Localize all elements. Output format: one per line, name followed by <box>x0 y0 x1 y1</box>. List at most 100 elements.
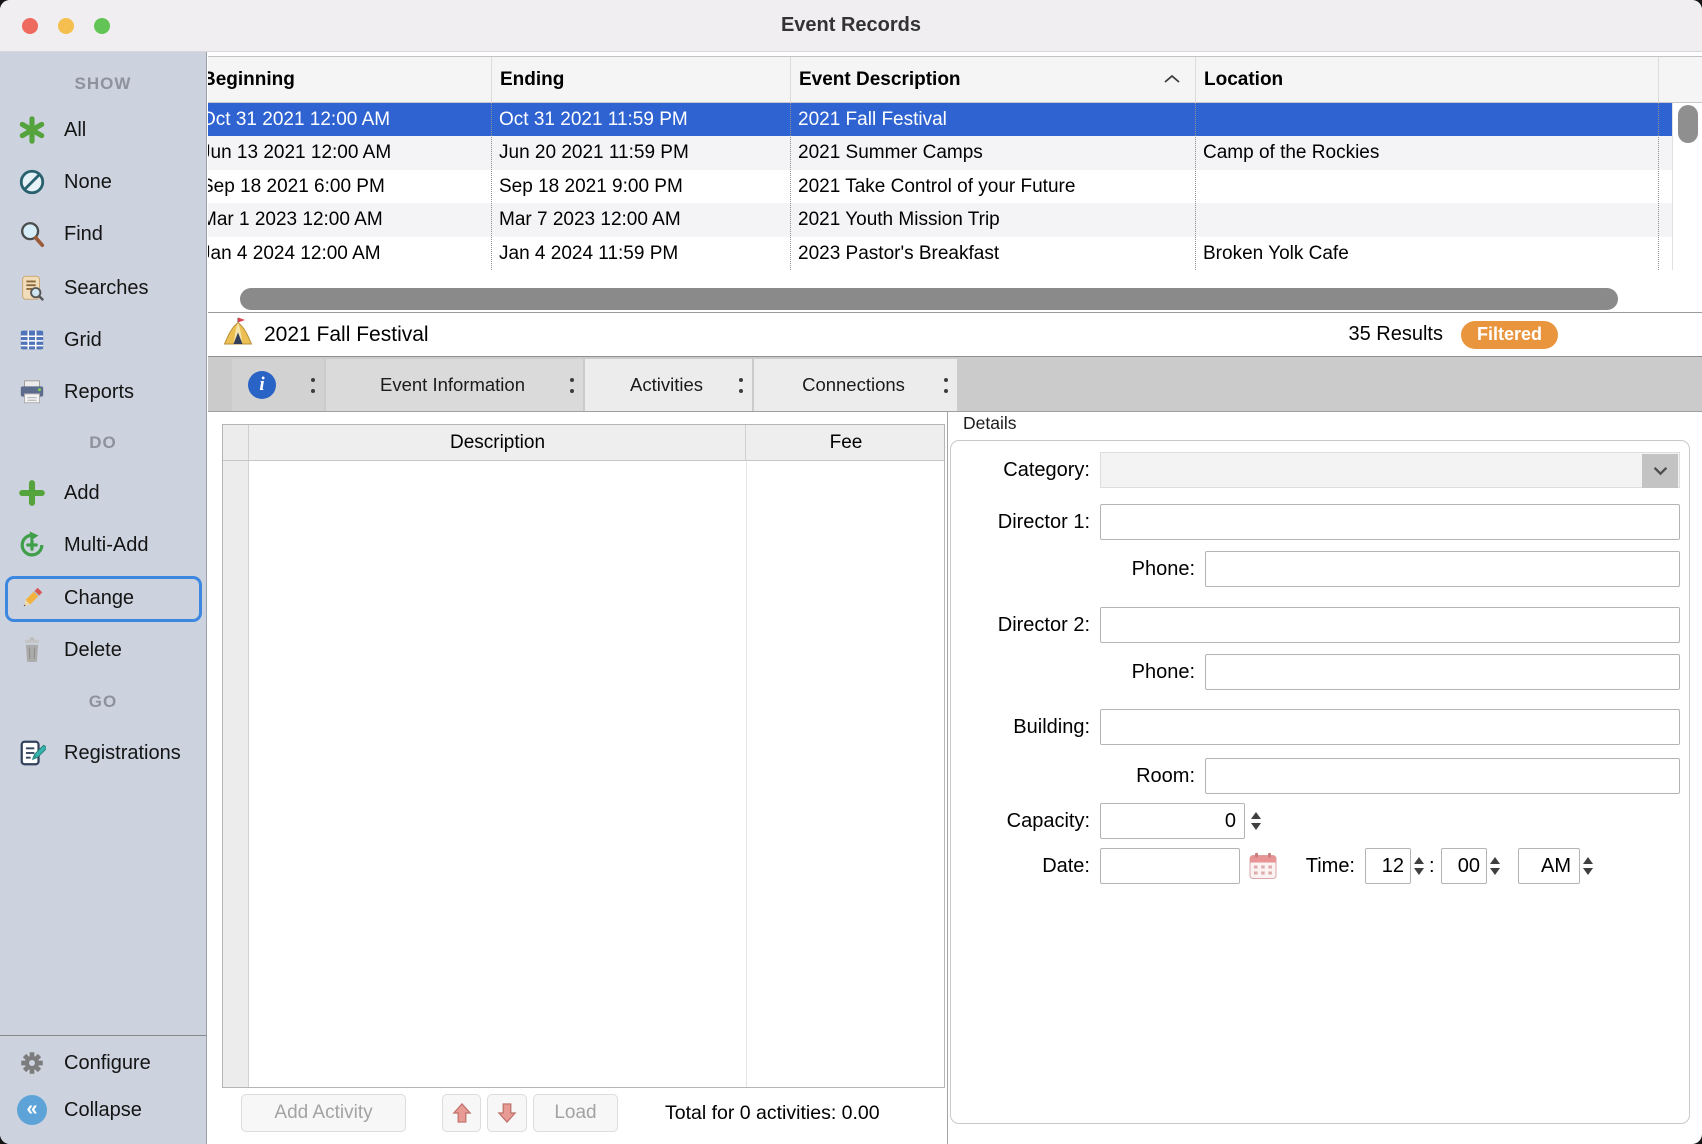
stepper-down-icon <box>1251 823 1261 830</box>
activities-column-separator <box>746 461 747 1087</box>
sidebar-item-reports[interactable]: Reports <box>0 372 206 412</box>
sidebar-item-all[interactable]: All <box>0 110 206 150</box>
sidebar-item-grid[interactable]: Grid <box>0 320 206 360</box>
category-dropdown[interactable] <box>1100 452 1680 488</box>
drag-handle-icon <box>311 378 315 393</box>
sidebar-item-multi-add[interactable]: Multi-Add <box>0 525 206 565</box>
cell-ending: Oct 31 2021 11:59 PM <box>491 103 790 136</box>
info-panel-button[interactable]: i <box>232 359 324 411</box>
table-row[interactable]: Mar 1 2023 12:00 AM Mar 7 2023 12:00 AM … <box>208 203 1672 236</box>
capacity-field[interactable] <box>1100 803 1245 839</box>
records-table-header: Beginning Ending Event Description Locat… <box>208 56 1702 103</box>
cell-ending: Jan 4 2024 11:59 PM <box>491 237 790 270</box>
sidebar-item-collapse[interactable]: « Collapse <box>0 1090 206 1130</box>
cell-location <box>1195 170 1658 203</box>
sidebar-item-label: Delete <box>64 639 122 662</box>
add-activity-button[interactable]: Add Activity <box>241 1094 406 1132</box>
column-header-activity-description[interactable]: Description <box>250 425 746 460</box>
column-header-beginning[interactable]: Beginning <box>208 57 491 102</box>
time-minute-field[interactable] <box>1441 848 1487 884</box>
cell-description: 2021 Fall Festival <box>790 103 1195 136</box>
ampm-stepper[interactable] <box>1581 848 1595 884</box>
sidebar-item-none[interactable]: None <box>0 162 206 202</box>
building-field[interactable] <box>1100 709 1680 745</box>
cell-ending: Jun 20 2021 11:59 PM <box>491 136 790 169</box>
move-up-button[interactable] <box>442 1094 481 1132</box>
close-button[interactable] <box>22 18 38 34</box>
filtered-badge[interactable]: Filtered <box>1461 321 1558 349</box>
window-controls <box>22 18 110 34</box>
tab-event-information[interactable]: Event Information <box>326 359 583 411</box>
hour-stepper[interactable] <box>1412 848 1426 884</box>
stepper-up-icon <box>1251 812 1261 819</box>
row-gutter-header <box>223 425 249 460</box>
cell-location: Broken Yolk Cafe <box>1195 237 1658 270</box>
phone1-field[interactable] <box>1205 551 1680 587</box>
column-header-description[interactable]: Event Description <box>790 57 1160 102</box>
stepper-up-icon <box>1583 857 1593 864</box>
printer-icon <box>17 377 47 407</box>
panel-tab-bar: i Event Information Activities Connectio… <box>208 356 1702 412</box>
sidebar-item-label: All <box>64 119 86 142</box>
table-row[interactable]: Sep 18 2021 6:00 PM Sep 18 2021 9:00 PM … <box>208 170 1672 203</box>
column-header-extra <box>1658 57 1672 102</box>
director2-label: Director 2: <box>790 607 1090 643</box>
sidebar-item-find[interactable]: Find <box>0 214 206 254</box>
sidebar-item-delete[interactable]: Delete <box>0 630 206 670</box>
sidebar-item-searches[interactable]: Searches <box>0 268 206 308</box>
table-row[interactable]: Oct 31 2021 12:00 AM Oct 31 2021 11:59 P… <box>208 103 1672 136</box>
tab-activities[interactable]: Activities <box>585 359 752 411</box>
column-separator <box>491 103 492 270</box>
stepper-down-icon <box>1490 868 1500 875</box>
sidebar-item-label: Collapse <box>64 1099 142 1122</box>
load-button[interactable]: Load <box>533 1094 618 1132</box>
tab-connections[interactable]: Connections <box>754 359 957 411</box>
column-header-location[interactable]: Location <box>1195 57 1658 102</box>
director2-field[interactable] <box>1100 607 1680 643</box>
table-row[interactable]: Jan 4 2024 12:00 AM Jan 4 2024 11:59 PM … <box>208 237 1672 270</box>
details-heading: Details <box>963 413 1017 434</box>
time-hour-field[interactable] <box>1365 848 1411 884</box>
sidebar-item-label: Registrations <box>64 742 181 765</box>
move-down-button[interactable] <box>487 1094 527 1132</box>
sidebar-item-label: None <box>64 171 112 194</box>
tab-label: Event Information <box>335 374 570 396</box>
time-label: Time: <box>1205 848 1355 884</box>
sidebar-item-label: Find <box>64 223 103 246</box>
minute-stepper[interactable] <box>1488 848 1502 884</box>
sidebar-item-label: Change <box>64 587 134 610</box>
cell-location <box>1195 203 1658 236</box>
stepper-up-icon <box>1414 857 1424 864</box>
vertical-scrollbar-thumb[interactable] <box>1678 105 1698 143</box>
minimize-button[interactable] <box>58 18 74 34</box>
room-field[interactable] <box>1205 758 1680 794</box>
cell-location: Camp of the Rockies <box>1195 136 1658 169</box>
cell-description: 2021 Youth Mission Trip <box>790 203 1195 236</box>
sidebar-item-label: Grid <box>64 329 102 352</box>
cell-description: 2021 Take Control of your Future <box>790 170 1195 203</box>
horizontal-scrollbar-thumb[interactable] <box>240 288 1618 310</box>
phone2-field[interactable] <box>1205 654 1680 690</box>
column-header-ending[interactable]: Ending <box>491 57 790 102</box>
time-colon: : <box>1429 848 1435 884</box>
sidebar-item-registrations[interactable]: Registrations <box>0 733 206 773</box>
sidebar: SHOW All None Find Searches Grid <box>0 52 207 1144</box>
sidebar-item-configure[interactable]: Configure <box>0 1043 206 1083</box>
phone1-label: Phone: <box>895 551 1195 587</box>
gear-icon <box>17 1048 47 1078</box>
zoom-button[interactable] <box>94 18 110 34</box>
up-arrow-icon <box>452 1102 472 1124</box>
tab-label: Activities <box>594 374 739 396</box>
capacity-stepper[interactable] <box>1249 803 1263 839</box>
activities-total: Total for 0 activities: 0.00 <box>665 1092 880 1134</box>
ampm-field[interactable] <box>1518 848 1580 884</box>
drag-handle-icon <box>570 378 574 393</box>
director1-field[interactable] <box>1100 504 1680 540</box>
room-label: Room: <box>895 758 1195 794</box>
vertical-scrollbar <box>1672 103 1702 270</box>
dropdown-button[interactable] <box>1642 454 1678 488</box>
sidebar-item-change[interactable]: Change <box>0 578 206 618</box>
sidebar-item-add[interactable]: Add <box>0 473 206 513</box>
table-row[interactable]: Jun 13 2021 12:00 AM Jun 20 2021 11:59 P… <box>208 136 1672 169</box>
cell-beginning: Oct 31 2021 12:00 AM <box>208 103 491 136</box>
